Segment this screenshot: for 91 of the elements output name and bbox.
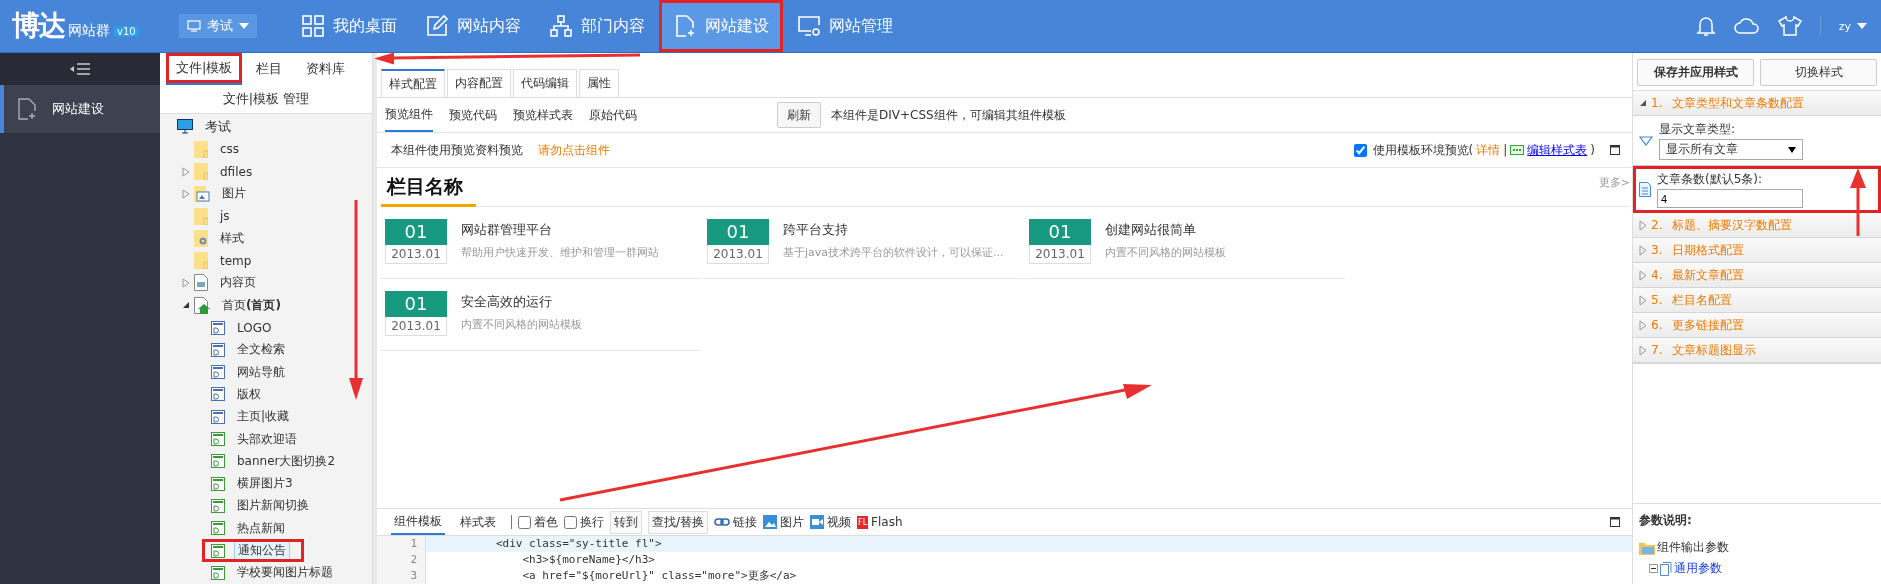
toolbar-button[interactable]: 转到 <box>610 510 642 534</box>
date-text: 2013.01 <box>1029 245 1091 264</box>
column-heading: 栏目名称 <box>381 174 476 207</box>
editor-tab[interactable]: 代码编辑 <box>513 69 577 97</box>
nav-item[interactable]: 网站管理 <box>783 0 907 52</box>
tree-item[interactable]: 图片 <box>219 184 249 204</box>
param-tree-item[interactable]: 组件输出参数 <box>1657 539 1729 556</box>
tree-item[interactable]: 图片新闻切换 <box>234 496 312 516</box>
user-menu[interactable]: zy <box>1838 19 1867 33</box>
nav-item[interactable]: 网站内容 <box>411 0 535 52</box>
tree-item[interactable]: 头部欢迎语 <box>234 429 300 449</box>
code-line: <a href="${moreUrl}" class="more">更多</a> <box>521 568 797 584</box>
day-badge: 01 <box>1029 219 1091 245</box>
panel-tab[interactable]: 资料库 <box>296 53 356 85</box>
date-text: 2013.01 <box>707 245 769 264</box>
tree-item[interactable]: 考试 <box>202 116 234 137</box>
preview-tab[interactable]: 预览样式表 <box>513 98 573 132</box>
editor-tab[interactable]: 属性 <box>579 69 619 97</box>
params-title: 参数说明: <box>1639 512 1693 529</box>
tree-item[interactable]: 网站导航 <box>234 362 288 382</box>
day-badge: 01 <box>385 219 447 245</box>
product-name: 网站群 <box>68 22 110 40</box>
date-text: 2013.01 <box>385 317 447 336</box>
preview-tab[interactable]: 预览组件 <box>385 98 433 132</box>
refresh-button[interactable]: 刷新 <box>777 102 821 128</box>
save-apply-button[interactable]: 保存并应用样式 <box>1637 59 1754 86</box>
tree-item[interactable]: 主页|收藏 <box>234 407 293 427</box>
toolbar-button[interactable]: FL Flash <box>857 515 903 529</box>
preview-notice: 本组件使用预览资料预览 <box>391 141 523 159</box>
logo: 博达 <box>12 8 64 44</box>
article-summary: 基于java技术跨平台的软件设计，可以保证... <box>783 245 1004 260</box>
paren-text: ) <box>1590 143 1595 157</box>
tree-item[interactable]: 热点新闻 <box>234 518 288 538</box>
component-description: 本组件是DIV+CSS组件，可编辑其组件模板 <box>831 106 1066 124</box>
toolbar-button[interactable]: 链接 <box>714 513 758 531</box>
line-number: 2 <box>377 552 426 568</box>
tree-item[interactable]: 版权 <box>234 384 264 404</box>
nav-item[interactable]: 部门内容 <box>535 0 659 52</box>
panel-title: 文件|模板 管理 <box>160 84 372 114</box>
tree-item[interactable]: 全文检索 <box>234 340 288 360</box>
article-title[interactable]: 跨平台支持 <box>783 221 1004 239</box>
version-badge: v10 <box>114 26 139 37</box>
editor-tab[interactable]: 样式配置 <box>381 69 445 97</box>
tree-item[interactable]: 样式 <box>217 228 247 248</box>
code-line: <div class="sy-title fl"> <box>495 536 662 552</box>
toolbar-button[interactable]: 视频 <box>810 513 852 531</box>
tree-item[interactable]: temp <box>217 252 255 269</box>
line-number: 1 <box>377 536 426 552</box>
article-summary: 内置不同风格的网站模板 <box>461 317 582 332</box>
article-summary: 帮助用户快速开发、维护和管理一群网站 <box>461 245 659 260</box>
tree-item[interactable]: css <box>217 141 243 158</box>
article-title[interactable]: 安全高效的运行 <box>461 293 582 311</box>
day-badge: 01 <box>707 219 769 245</box>
article-count-field[interactable]: 4 <box>1657 189 1803 208</box>
preview-tab[interactable]: 原始代码 <box>589 98 637 132</box>
article-summary: 内置不同风格的网站模板 <box>1105 245 1226 260</box>
tree-item[interactable]: dfiles <box>217 163 256 180</box>
toolbar-button[interactable]: 图片 <box>763 513 805 531</box>
line-number: 3 <box>377 568 426 584</box>
preview-tab[interactable]: 预览代码 <box>449 98 497 132</box>
option-label: 着色 <box>534 513 558 531</box>
toolbar-button[interactable]: 查找/替换 <box>648 510 709 534</box>
code-line: <h3>${moreName}</h3> <box>521 552 655 568</box>
field-label: 显示文章类型: <box>1659 121 1737 138</box>
tree-item[interactable]: 首页(首页) <box>219 295 284 315</box>
day-badge: 01 <box>385 291 447 317</box>
checkbox-label: 使用模板环境预览( <box>1372 141 1474 159</box>
article-type-select[interactable]: 显示所有文章 <box>1659 139 1803 160</box>
field-label: 文章条数(默认5条): <box>1657 171 1764 188</box>
article-title[interactable]: 网站群管理平台 <box>461 221 659 239</box>
edit-stylesheet-link[interactable]: 编辑样式表 <box>1527 141 1588 159</box>
article-title[interactable]: 创建网站很简单 <box>1105 221 1226 239</box>
tree-item[interactable]: js <box>217 208 233 225</box>
separator-text: | <box>1503 143 1508 157</box>
sidebar-item[interactable]: 网站建设 <box>0 85 160 133</box>
flash-icon: FL <box>857 515 869 529</box>
tree-item[interactable]: 横屏图片3 <box>234 474 296 494</box>
panel-tab[interactable]: 栏目 <box>246 53 293 85</box>
tree-item[interactable]: banner大图切换2 <box>234 451 339 471</box>
tree-item[interactable]: LOGO <box>234 319 275 336</box>
nav-item[interactable]: 我的桌面 <box>287 0 411 52</box>
warning-text: 请勿点击组件 <box>538 141 610 159</box>
tree-item[interactable]: 内容页 <box>217 273 259 293</box>
code-tab[interactable]: 样式表 <box>457 509 499 535</box>
tree-item[interactable]: 学校要闻图片标题 <box>234 563 336 583</box>
panel-tab[interactable]: 文件|模板 <box>166 53 243 85</box>
param-tree-item[interactable]: 通用参数 <box>1674 560 1722 577</box>
editor-tab[interactable]: 内容配置 <box>447 69 511 97</box>
date-text: 2013.01 <box>385 245 447 264</box>
switch-style-button[interactable]: 切换样式 <box>1760 59 1877 86</box>
option-label: 换行 <box>580 513 604 531</box>
